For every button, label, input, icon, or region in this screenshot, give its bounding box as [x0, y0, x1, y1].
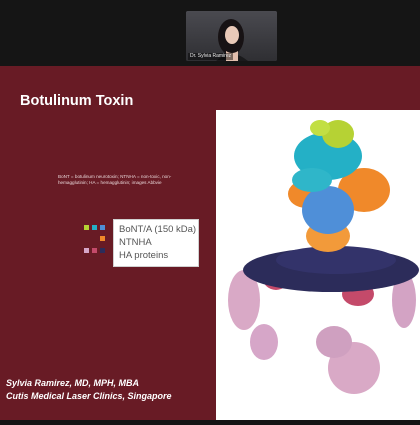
legend-item-ha: HA proteins	[119, 250, 169, 261]
swatch-group-ntnha	[100, 236, 105, 241]
legend-swatch	[100, 248, 105, 253]
legend-swatch	[84, 248, 89, 253]
legend-swatch	[92, 248, 97, 253]
legend-item-ntnha: NTNHA	[119, 237, 152, 248]
slide-title: Botulinum Toxin	[20, 93, 134, 109]
protein-structure-image	[216, 110, 420, 420]
legend-item-bont: BoNT/A (150 kDa)	[119, 224, 197, 235]
presentation-slide: Botulinum Toxin BoNT = botulinum neuroto…	[0, 66, 420, 420]
participant-name-label: Dr. Sylvia Ramirez	[188, 53, 234, 60]
legend-swatch	[92, 225, 97, 230]
swatch-group-bont	[84, 225, 105, 230]
swatch-group-ha	[84, 248, 105, 253]
presenter-affiliation: Cutis Medical Laser Clinics, Singapore	[6, 391, 172, 401]
legend-swatch	[84, 225, 89, 230]
meeting-top-bar: Dr. Sylvia Ramirez	[0, 0, 420, 66]
presenter-credit: Sylvia Ramirez, MD, MPH, MBA	[6, 378, 140, 388]
legend-swatch	[100, 225, 105, 230]
botulinum-complex-illustration	[228, 120, 419, 394]
legend-swatch	[100, 236, 105, 241]
participant-video-tile[interactable]: Dr. Sylvia Ramirez	[186, 11, 277, 61]
legend-box: BoNT/A (150 kDa) NTNHA HA proteins	[113, 219, 199, 267]
slide-caption: BoNT = botulinum neurotoxin; NTNHA = non…	[58, 174, 172, 185]
